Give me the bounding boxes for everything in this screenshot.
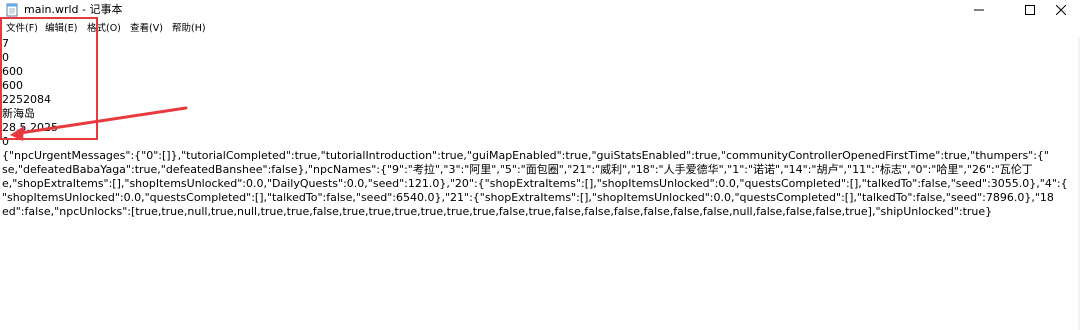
- text-line: 600: [2, 79, 23, 92]
- menu-bar: 文件(F) 编辑(E) 格式(O) 查看(V) 帮助(H): [0, 20, 1080, 38]
- title-bar[interactable]: main.wrld - 记事本: [0, 0, 1080, 20]
- menu-help[interactable]: 帮助(H): [172, 22, 206, 35]
- menu-format[interactable]: 格式(O): [87, 22, 121, 35]
- text-line: 600: [2, 65, 23, 78]
- text-line: "shopItemsUnlocked":0.0,"questsCompleted…: [2, 191, 1054, 204]
- text-line: ed":false,"npcUnlocks":[true,true,null,t…: [2, 205, 993, 218]
- notepad-window: main.wrld - 记事本 文件(F) 编辑(E) 格式(O) 查看(V) …: [0, 0, 1080, 330]
- minimize-button[interactable]: [960, 0, 998, 20]
- text-line: se,"defeatedBabaYaga":true,"defeatedBans…: [2, 163, 1033, 176]
- notepad-icon: [6, 3, 18, 17]
- close-icon: [1056, 5, 1066, 15]
- window-title: main.wrld - 记事本: [24, 3, 123, 16]
- text-line: 2252084: [2, 93, 51, 106]
- maximize-icon: [1025, 5, 1035, 15]
- text-line: 0: [2, 135, 9, 148]
- minimize-icon: [974, 9, 984, 11]
- menu-file[interactable]: 文件(F): [6, 22, 38, 35]
- text-line: 28.5.2025: [2, 121, 58, 134]
- text-line: 0: [2, 51, 9, 64]
- close-button[interactable]: [1042, 0, 1080, 20]
- menu-edit[interactable]: 编辑(E): [45, 22, 77, 35]
- text-line: 7: [2, 37, 9, 50]
- text-editor[interactable]: 7 0 600 600 2252084 新海岛 28.5.2025 0 {"np…: [0, 37, 1080, 330]
- text-line: 新海岛: [2, 107, 35, 120]
- text-line: {"npcUrgentMessages":{"0":[]},"tutorialC…: [2, 149, 1049, 162]
- text-line: e,"shopExtraItems":[],"shopItemsUnlocked…: [2, 177, 1068, 190]
- menu-view[interactable]: 查看(V): [130, 22, 163, 35]
